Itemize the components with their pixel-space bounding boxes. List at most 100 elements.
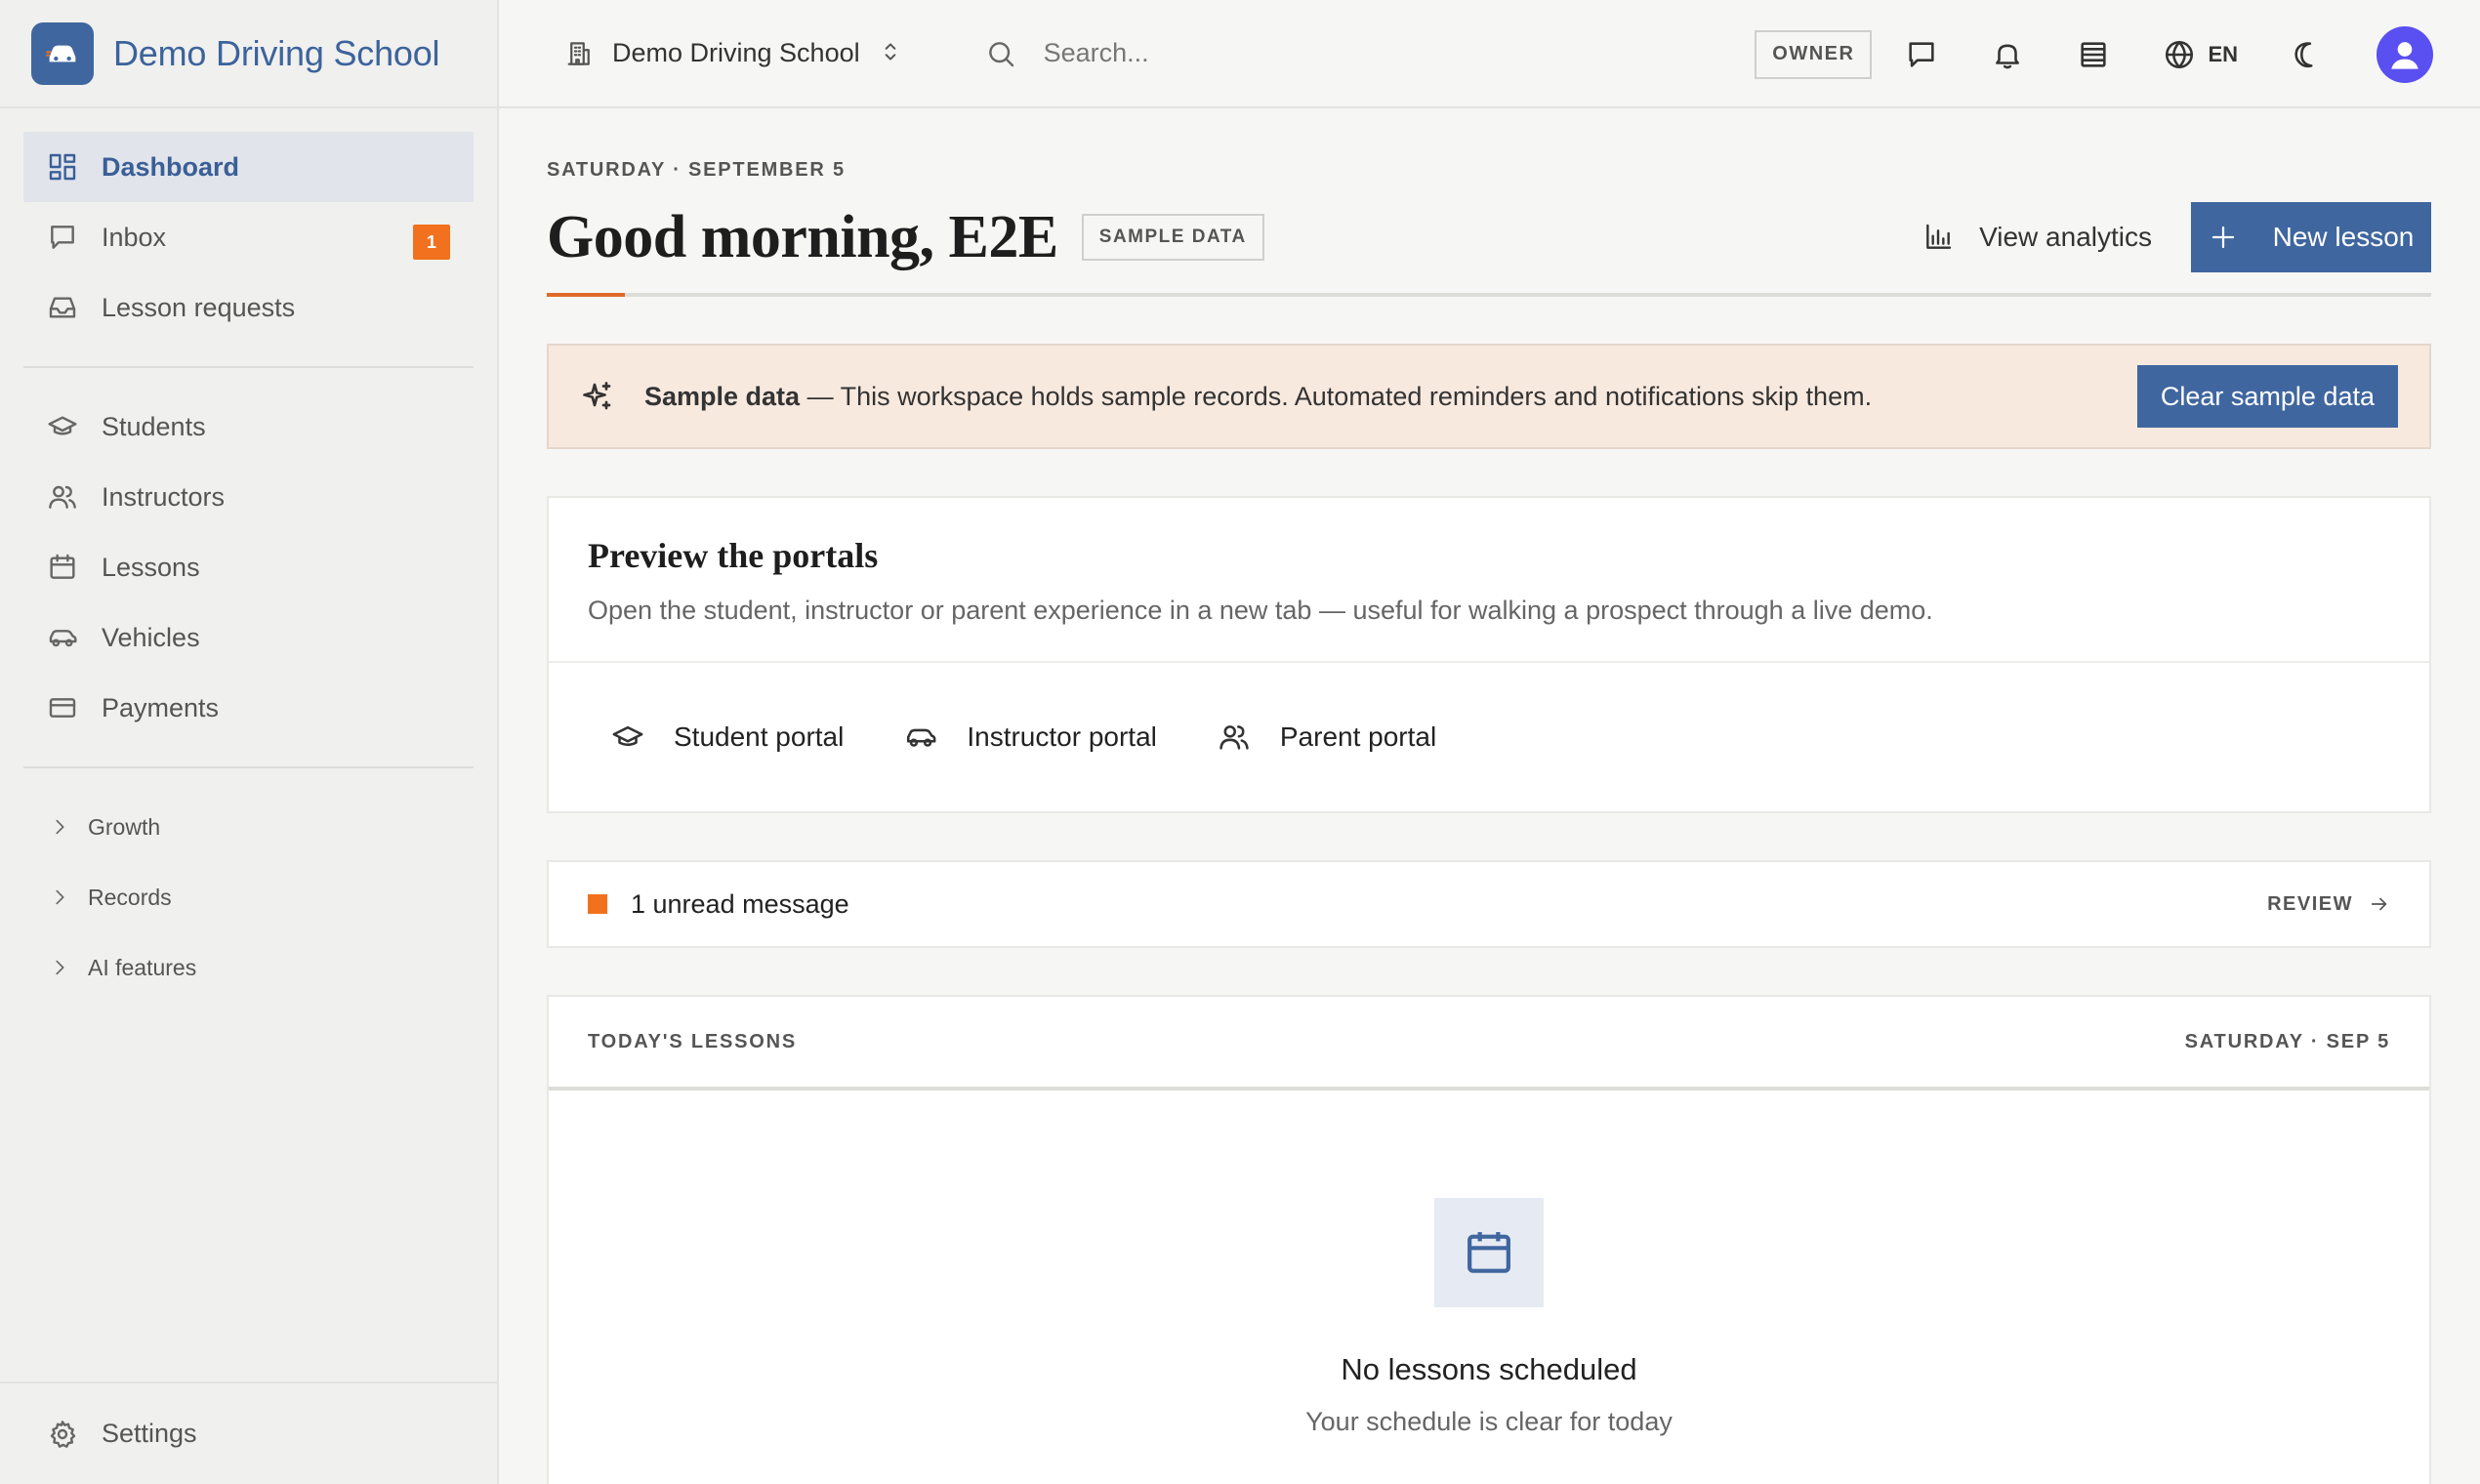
portal-links: Student portal Instructor portal Parent … <box>549 663 2429 811</box>
portals-description: Open the student, instructor or parent e… <box>588 596 1933 625</box>
header-progress-fill <box>547 293 625 297</box>
sidebar-item-label: Inbox <box>102 222 167 252</box>
graduation-cap-icon <box>47 411 78 442</box>
chevron-up-down-icon <box>878 39 907 68</box>
banner-body: — This workspace holds sample records. A… <box>800 381 1873 411</box>
sidebar-group-growth[interactable]: Growth <box>23 792 474 862</box>
car-icon <box>904 721 937 754</box>
car-logo-icon <box>31 21 94 85</box>
chevron-right-icon <box>49 957 70 978</box>
role-badge: OWNER <box>1755 29 1873 79</box>
sidebar-item-vehicles[interactable]: Vehicles <box>23 602 474 673</box>
todays-lessons-card: TODAY'S LESSONS SATURDAY · SEP 5 No less… <box>547 995 2431 1484</box>
sidebar-item-label: Vehicles <box>102 622 200 652</box>
gear-icon <box>47 1419 78 1450</box>
sidebar-item-instructors[interactable]: Instructors <box>23 462 474 532</box>
sidebar-item-payments[interactable]: Payments <box>23 673 474 743</box>
sidebar-item-dashboard[interactable]: Dashboard <box>23 132 474 202</box>
clear-sample-data-button[interactable]: Clear sample data <box>2136 365 2398 428</box>
brand[interactable]: Demo Driving School <box>0 0 497 108</box>
new-lesson-button[interactable]: New lesson <box>2191 202 2431 272</box>
lessons-title: TODAY'S LESSONS <box>588 1030 798 1052</box>
calendar-icon <box>1434 1198 1544 1307</box>
sidebar-divider <box>23 766 474 768</box>
portal-link-label: Student portal <box>674 721 845 752</box>
language-label: EN <box>2208 41 2238 66</box>
messages-icon[interactable] <box>1905 38 1938 71</box>
lessons-header: TODAY'S LESSONS SATURDAY · SEP 5 <box>549 997 2429 1091</box>
parent-portal-link[interactable]: Parent portal <box>1218 721 1436 754</box>
sidebar-item-settings[interactable]: Settings <box>0 1381 497 1484</box>
avatar[interactable] <box>2377 25 2433 83</box>
credit-card-icon <box>47 692 78 723</box>
brand-name: Demo Driving School <box>113 32 440 73</box>
moon-icon[interactable] <box>2291 38 2324 71</box>
sparkles-icon <box>580 379 615 414</box>
student-portal-link[interactable]: Student portal <box>611 721 844 754</box>
empty-state-title: No lessons scheduled <box>1341 1352 1637 1386</box>
page-header: Good morning, E2E SAMPLE DATA View analy… <box>547 202 2431 272</box>
sidebar-item-label: Instructors <box>102 481 226 512</box>
review-messages-link[interactable]: REVIEW <box>2267 893 2390 916</box>
sidebar-item-inbox[interactable]: Inbox 1 <box>23 202 474 272</box>
bar-chart-icon <box>1922 222 1954 253</box>
sidebar-divider <box>23 366 474 368</box>
banner-text: Sample data — This workspace holds sampl… <box>644 382 1872 412</box>
sidebar-item-students[interactable]: Students <box>23 392 474 462</box>
list-layout-icon[interactable] <box>2077 38 2110 71</box>
sidebar-item-lessons[interactable]: Lessons <box>23 532 474 602</box>
view-analytics-label: View analytics <box>1979 222 2152 252</box>
topbar: Demo Driving School Search... OWNER EN <box>499 0 2480 108</box>
unread-text: 1 unread message <box>631 888 849 919</box>
sample-data-pill: SAMPLE DATA <box>1081 214 1264 261</box>
header-actions: View analytics New lesson <box>1922 202 2431 272</box>
sidebar-item-label: Dashboard <box>102 151 240 182</box>
portal-link-label: Parent portal <box>1279 721 1437 752</box>
globe-icon <box>2163 38 2196 71</box>
calendar-icon <box>47 552 78 583</box>
car-icon <box>47 622 78 653</box>
page-date: SATURDAY · SEPTEMBER 5 <box>547 159 846 181</box>
workspace-switcher[interactable]: Demo Driving School <box>565 38 907 68</box>
empty-state-subtitle: Your schedule is clear for today <box>1305 1407 1673 1436</box>
users-icon <box>1218 721 1251 754</box>
banner-title: Sample data <box>644 381 801 411</box>
unread-indicator <box>588 894 607 914</box>
topbar-actions: OWNER EN <box>1755 0 2480 108</box>
users-icon <box>47 481 78 513</box>
sidebar-item-label: Lesson requests <box>102 292 296 322</box>
sidebar: Demo Driving School Dashboard Inbox 1 Le… <box>0 0 499 1484</box>
chevron-right-icon <box>49 886 70 908</box>
language-switcher[interactable]: EN <box>2163 38 2238 71</box>
chevron-right-icon <box>49 816 70 838</box>
bell-icon[interactable] <box>1991 38 2024 71</box>
graduation-cap-icon <box>611 721 644 754</box>
header-progress-divider <box>547 293 2431 297</box>
sidebar-group-label: AI features <box>88 954 197 980</box>
unread-messages-card: 1 unread message REVIEW <box>547 860 2431 948</box>
search-icon <box>985 38 1016 69</box>
search-input[interactable]: Search... <box>1044 38 1149 68</box>
portals-header: Preview the portals Open the student, in… <box>549 498 2429 663</box>
global-search[interactable]: Search... <box>985 38 1149 69</box>
sidebar-nav: Dashboard Inbox 1 Lesson requests Studen… <box>0 108 497 1026</box>
dashboard-grid-icon <box>47 151 78 183</box>
sidebar-item-label: Lessons <box>102 552 200 582</box>
sidebar-group-label: Growth <box>88 813 161 840</box>
portals-title: Preview the portals <box>588 536 879 575</box>
sidebar-group-label: Records <box>88 884 172 910</box>
workspace-name: Demo Driving School <box>612 38 860 67</box>
sidebar-group-ai-features[interactable]: AI features <box>23 932 474 1003</box>
view-analytics-button[interactable]: View analytics <box>1922 222 2152 253</box>
sidebar-group-records[interactable]: Records <box>23 862 474 932</box>
settings-label: Settings <box>102 1419 197 1448</box>
sample-data-banner: Sample data — This workspace holds sampl… <box>547 344 2431 449</box>
empty-state: No lessons scheduled Your schedule is cl… <box>549 1091 2429 1437</box>
portals-card: Preview the portals Open the student, in… <box>547 496 2431 813</box>
main-content: SATURDAY · SEPTEMBER 5 Good morning, E2E… <box>547 108 2431 1484</box>
sidebar-item-label: Students <box>102 411 206 441</box>
new-lesson-label: New lesson <box>2272 222 2415 252</box>
instructor-portal-link[interactable]: Instructor portal <box>904 721 1157 754</box>
sidebar-item-lesson-requests[interactable]: Lesson requests <box>23 272 474 343</box>
arrow-right-icon <box>2369 893 2390 915</box>
